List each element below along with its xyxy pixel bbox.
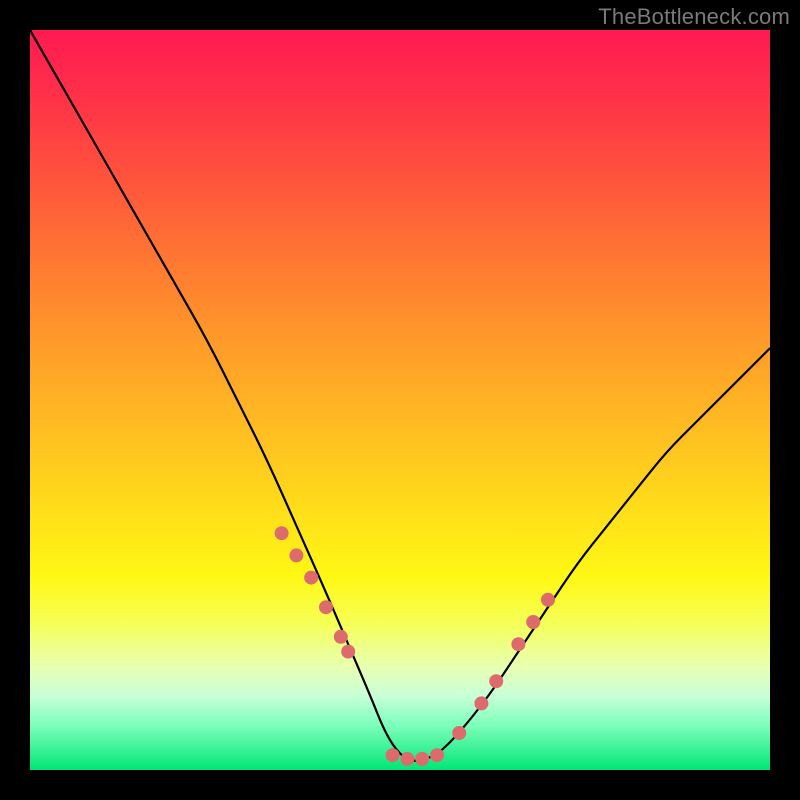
marker-point	[430, 748, 444, 762]
marker-point	[319, 600, 333, 614]
marker-point	[452, 726, 466, 740]
plot-area	[30, 30, 770, 770]
marker-point	[400, 752, 414, 766]
marker-point	[511, 637, 525, 651]
watermark-text: TheBottleneck.com	[598, 4, 790, 30]
marker-point	[489, 674, 503, 688]
marker-point	[341, 645, 355, 659]
marker-point	[304, 571, 318, 585]
marker-point	[275, 526, 289, 540]
chart-frame: TheBottleneck.com	[0, 0, 800, 800]
curve-layer	[30, 30, 770, 770]
marker-point	[474, 696, 488, 710]
highlight-markers	[275, 526, 555, 766]
marker-point	[526, 615, 540, 629]
marker-point	[386, 748, 400, 762]
marker-point	[289, 548, 303, 562]
marker-point	[541, 593, 555, 607]
bottleneck-curve	[30, 30, 770, 761]
marker-point	[415, 752, 429, 766]
marker-point	[334, 630, 348, 644]
